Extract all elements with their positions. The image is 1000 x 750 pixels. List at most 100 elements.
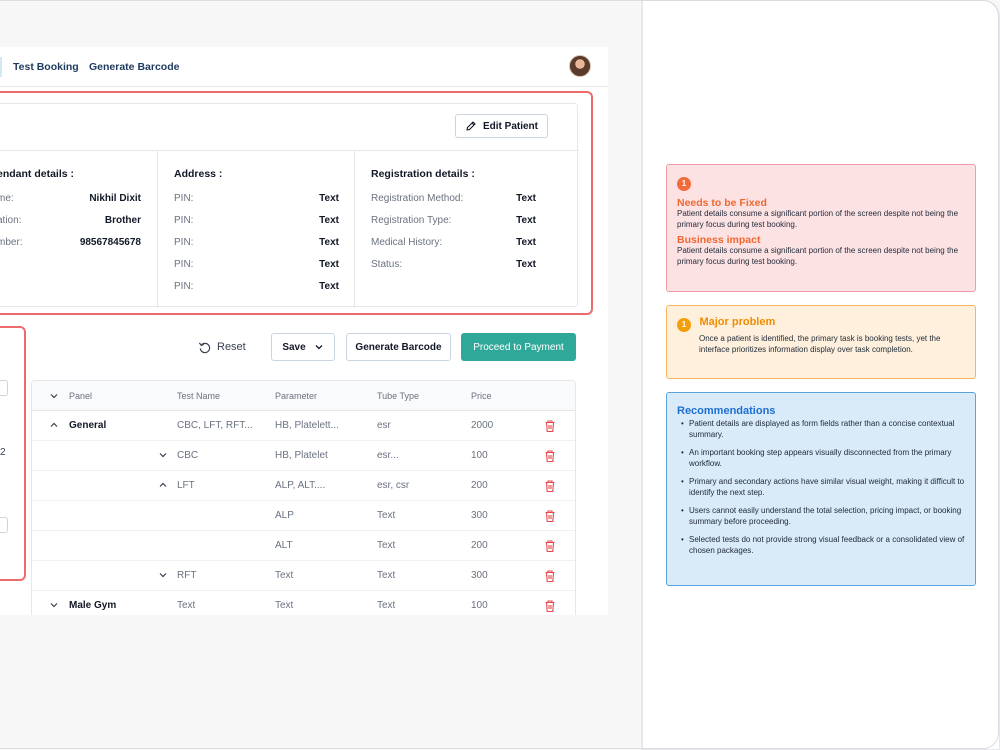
column-header-price: Price — [471, 391, 492, 401]
needs-fix-title: Needs to be Fixed — [677, 197, 767, 209]
registration-details-title: Registration details : — [371, 168, 475, 180]
number-badge: 1 — [677, 317, 691, 332]
cell-tube-type: esr, csr — [377, 480, 410, 491]
field-value: Text — [516, 259, 536, 270]
reset-icon — [198, 342, 211, 353]
recommendations-list: Patient details are displayed as form fi… — [677, 419, 965, 556]
cell-panel: Male Gym — [69, 600, 117, 611]
section-divider — [0, 150, 579, 151]
trash-icon[interactable] — [544, 539, 556, 553]
column-header-panel: Panel — [69, 391, 93, 401]
trash-icon[interactable] — [544, 419, 556, 433]
field-value: Text — [319, 281, 339, 292]
attendant-row: me: Nikhil Dixit — [0, 193, 141, 205]
cell-test-name: CBC, LFT, RFT... — [177, 420, 253, 431]
field-value: Text — [319, 237, 339, 248]
cell-parameter: Text — [275, 570, 294, 581]
column-divider — [354, 150, 355, 308]
chevron-down-icon[interactable] — [48, 599, 60, 611]
proceed-to-payment-button[interactable]: Proceed to Payment — [461, 333, 576, 361]
table-row[interactable]: Male Gym Text Text Text 100 — [32, 591, 575, 615]
cell-parameter: ALT — [275, 540, 293, 551]
cell-price: 200 — [471, 540, 488, 551]
patient-details-highlight: Edit Patient endant details : me: Nikhil… — [0, 91, 593, 315]
field-label: PIN: — [174, 281, 194, 292]
trash-icon[interactable] — [544, 569, 556, 583]
field-value: 98567845678 — [79, 237, 141, 248]
table-row[interactable]: General CBC, LFT, RFT... HB, Platelett..… — [32, 411, 575, 441]
cell-tube-type: Text — [377, 600, 396, 611]
field-value: Brother — [104, 215, 141, 226]
tab-generate-barcode[interactable]: Generate Barcode — [89, 61, 179, 73]
column-header-test-name: Test Name — [177, 391, 221, 401]
recommendations-callout: Recommendations Patient details are disp… — [666, 392, 976, 586]
list-item: Users cannot easily understand the total… — [677, 506, 965, 527]
avatar[interactable] — [569, 55, 591, 77]
table-row[interactable]: ALT Text 200 — [32, 531, 575, 561]
chevron-down-icon[interactable] — [48, 390, 60, 402]
chevron-down-icon — [315, 345, 323, 350]
field-label: ation: — [0, 215, 22, 226]
cell-parameter: ALP — [275, 510, 294, 521]
left-panel-value: 2 — [0, 447, 6, 458]
field-label: Status: — [371, 259, 403, 270]
field-label: Registration Method: — [371, 193, 464, 204]
table-row[interactable]: RFT Text Text 300 — [32, 561, 575, 591]
field-value: Text — [516, 193, 536, 204]
registration-row: Medical History: Text — [371, 237, 536, 249]
trash-icon[interactable] — [544, 449, 556, 463]
table-header: Panel Test Name Parameter Tube Type Pric… — [32, 381, 575, 411]
chevron-down-icon[interactable] — [157, 569, 169, 581]
left-panel-control[interactable] — [0, 380, 8, 396]
trash-icon[interactable] — [544, 509, 556, 523]
field-value: Text — [516, 237, 536, 248]
list-item: Selected tests do not provide strong vis… — [677, 535, 965, 556]
registration-row: Status: Text — [371, 259, 536, 271]
list-item: Patient details are displayed as form fi… — [677, 419, 965, 440]
cell-price: 300 — [471, 510, 488, 521]
table-row[interactable]: LFT ALP, ALT.... esr, csr 200 — [32, 471, 575, 501]
tab-test-booking[interactable]: Test Booking — [13, 61, 79, 73]
cell-price: 100 — [471, 600, 488, 611]
cell-panel: General — [69, 420, 107, 431]
recommendations-title: Recommendations — [677, 405, 776, 417]
save-dropdown-button[interactable]: Save — [271, 333, 335, 361]
generate-barcode-button[interactable]: Generate Barcode — [346, 333, 451, 361]
cell-test-name: CBC — [177, 450, 199, 461]
address-row: PIN: Text — [174, 193, 339, 205]
field-value: Text — [319, 215, 339, 226]
cell-tube-type: Text — [377, 510, 396, 521]
trash-icon[interactable] — [544, 479, 556, 493]
attendant-row: mber: 98567845678 — [0, 237, 141, 249]
address-title: Address : — [174, 168, 223, 180]
field-label: PIN: — [174, 193, 194, 204]
cell-tube-type: esr... — [377, 450, 399, 461]
business-impact-text: Patient details consume a significant po… — [677, 246, 959, 266]
column-divider — [157, 150, 158, 308]
chevron-up-icon[interactable] — [48, 419, 60, 431]
field-label: Registration Type: — [371, 215, 452, 226]
address-row: PIN: Text — [174, 237, 339, 249]
reset-button[interactable]: Reset — [198, 333, 246, 361]
trash-icon[interactable] — [544, 599, 556, 613]
cell-price: 2000 — [471, 420, 494, 431]
edit-patient-button[interactable]: Edit Patient — [455, 114, 548, 138]
field-label: mber: — [0, 237, 23, 248]
cell-test-name: LFT — [177, 480, 195, 491]
table-row[interactable]: CBC HB, Platelet esr... 100 — [32, 441, 575, 471]
app-window: Test Booking Generate Barcode Edit Patie… — [0, 47, 608, 615]
cell-price: 200 — [471, 480, 488, 491]
attendant-details-title: endant details : — [0, 168, 75, 180]
chevron-up-icon[interactable] — [157, 479, 169, 491]
left-panel-control[interactable] — [0, 517, 8, 533]
field-value: Text — [516, 215, 536, 226]
chevron-down-icon[interactable] — [157, 449, 169, 461]
major-problem-callout: 1 Major problem Once a patient is identi… — [666, 305, 976, 379]
address-row: PIN: Text — [174, 259, 339, 271]
cell-price: 100 — [471, 450, 488, 461]
number-badge: 1 — [677, 176, 691, 191]
save-label: Save — [282, 341, 306, 353]
field-label: PIN: — [174, 259, 194, 270]
table-row[interactable]: ALP Text 300 — [32, 501, 575, 531]
major-problem-title: Major problem — [699, 316, 776, 328]
